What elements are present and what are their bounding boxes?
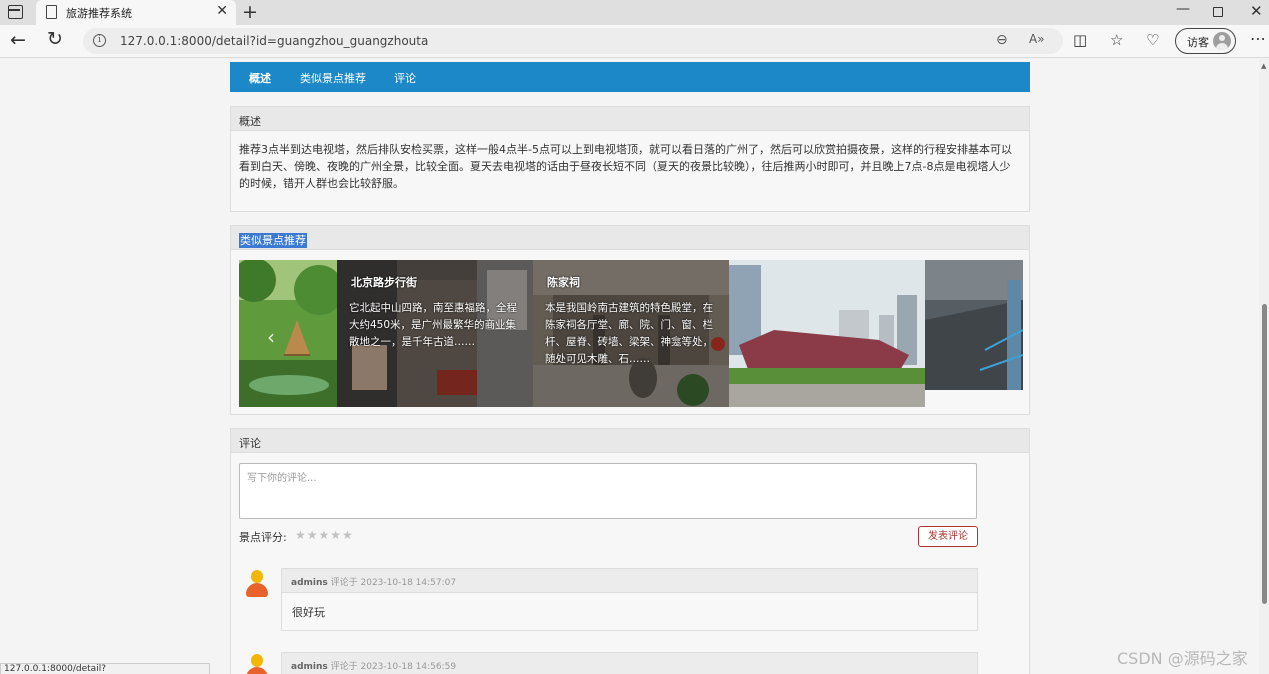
- comment-box: admins 评论于 2023-10-18 14:56:59: [281, 652, 978, 674]
- tab-title: 旅游推荐系统: [66, 7, 132, 20]
- url-text[interactable]: 127.0.0.1:8000/detail?id=guangzhou_guang…: [120, 34, 428, 48]
- garden-image: [239, 260, 337, 407]
- slide-garden[interactable]: ‹: [239, 260, 337, 407]
- slide-desc: 它北起中山四路，南至惠福路，全程大约450米，是广州最繁华的商业集散地之一，是千…: [349, 302, 517, 348]
- browser-essentials-icon[interactable]: ♡: [1146, 31, 1159, 49]
- comment-input[interactable]: 写下你的评论...: [239, 463, 977, 519]
- back-button[interactable]: ←: [10, 29, 26, 51]
- museum-image: [729, 260, 925, 407]
- page-scrollbar[interactable]: ▲: [1259, 59, 1269, 674]
- comment-user: admins: [291, 578, 328, 588]
- url-box[interactable]: i 127.0.0.1:8000/detail?id=guangzhou_gua…: [83, 28, 1063, 54]
- comment-header: admins 评论于 2023-10-18 14:57:07: [282, 569, 977, 593]
- comments-panel: 评论 写下你的评论... 景点评分: ★★★★★ 发表评论 admins 评论于…: [230, 428, 1030, 674]
- carousel-prev-icon[interactable]: ‹: [267, 325, 275, 349]
- address-bar: ← ↻ i 127.0.0.1:8000/detail?id=guangzhou…: [0, 25, 1269, 58]
- overview-text: 推荐3点半到达电视塔，然后排队安检买票，这样一般4点半-5点可以上到电视塔顶，就…: [239, 143, 1012, 190]
- scroll-thumb[interactable]: [1262, 304, 1267, 604]
- comment-header: admins 评论于 2023-10-18 14:56:59: [282, 653, 977, 674]
- overview-heading: 概述: [231, 107, 1029, 131]
- watermark: CSDN @源码之家: [1117, 649, 1248, 668]
- slide-city[interactable]: [925, 260, 1023, 390]
- new-tab-button[interactable]: +: [242, 1, 258, 23]
- rating-label: 景点评分:: [239, 531, 287, 544]
- similar-heading-bar: 类似景点推荐: [231, 226, 1029, 250]
- profile-button[interactable]: 访客: [1175, 28, 1236, 54]
- scroll-up-icon[interactable]: ▲: [1261, 62, 1266, 70]
- similar-heading: 类似景点推荐: [239, 233, 307, 248]
- slide-title: 陈家祠: [547, 276, 580, 289]
- avatar-icon: [1213, 32, 1231, 50]
- zoom-icon[interactable]: ⊖: [996, 32, 1008, 48]
- tab-actions-icon[interactable]: [8, 5, 23, 19]
- tab-close-icon[interactable]: ✕: [216, 3, 228, 19]
- page-icon: [46, 5, 57, 19]
- slide-desc: 本是我国岭南古建筑的特色殿堂，在陈家祠各厅堂、廊、院、门、窗、栏杆、屋脊、砖墙、…: [545, 302, 713, 365]
- similar-carousel[interactable]: ‹ 北京路步行街 它北起中山四路，南至惠福路，全程大约450米，是广州最繁华的商…: [239, 260, 1023, 407]
- comment-user: admins: [291, 662, 328, 672]
- slide-title: 北京路步行街: [351, 276, 417, 289]
- browser-tab[interactable]: 旅游推荐系统 ✕: [36, 0, 236, 25]
- slide-chen-clan[interactable]: 陈家祠 本是我国岭南古建筑的特色殿堂，在陈家祠各厅堂、廊、院、门、窗、栏杆、屋脊…: [533, 260, 729, 407]
- favorites-icon[interactable]: ☆: [1110, 31, 1123, 49]
- nav-comments[interactable]: 评论: [394, 70, 416, 86]
- browser-tab-bar: 旅游推荐系统 ✕ + — ✕: [0, 0, 1269, 25]
- similar-panel: 类似景点推荐 ‹ 北京路步行街 它北起中山四路，南至惠福路，全程大约450米，是…: [230, 225, 1030, 415]
- submit-comment-button[interactable]: 发表评论: [918, 526, 978, 547]
- user-avatar: [245, 570, 269, 598]
- info-icon[interactable]: i: [93, 34, 106, 47]
- nav-overview[interactable]: 概述: [249, 70, 271, 86]
- slide-museum[interactable]: [729, 260, 925, 407]
- profile-label: 访客: [1187, 36, 1209, 49]
- comment-meta: 评论于 2023-10-18 14:57:07: [330, 578, 457, 588]
- more-menu-icon[interactable]: ⋯: [1250, 29, 1266, 48]
- comment-box: admins 评论于 2023-10-18 14:57:07 很好玩: [281, 568, 978, 631]
- comment-meta: 评论于 2023-10-18 14:56:59: [330, 662, 457, 672]
- split-screen-icon[interactable]: ◫: [1073, 31, 1087, 49]
- rating-stars[interactable]: ★★★★★: [295, 528, 354, 542]
- reload-button[interactable]: ↻: [47, 28, 63, 50]
- nav-similar[interactable]: 类似景点推荐: [300, 70, 366, 86]
- city-image: [925, 260, 1023, 390]
- page-viewport: 概述 类似景点推荐 评论 概述 推荐3点半到达电视塔，然后排队安检买票，这样一般…: [0, 59, 1269, 674]
- slide-beijing-road[interactable]: 北京路步行街 它北起中山四路，南至惠福路，全程大约450米，是广州最繁华的商业集…: [337, 260, 533, 407]
- comments-heading: 评论: [231, 429, 1029, 453]
- status-bar-url: 127.0.0.1:8000/detail?id=guangzhou_chenj…: [0, 663, 210, 674]
- maximize-button[interactable]: [1213, 7, 1223, 17]
- overview-panel: 概述 推荐3点半到达电视塔，然后排队安检买票，这样一般4点半-5点可以上到电视塔…: [230, 106, 1030, 212]
- detail-nav: 概述 类似景点推荐 评论: [230, 62, 1030, 92]
- comment-text: 很好玩: [292, 606, 325, 619]
- user-avatar: [245, 654, 269, 674]
- window-close-button[interactable]: ✕: [1250, 2, 1263, 20]
- minimize-button[interactable]: —: [1176, 1, 1190, 17]
- read-aloud-icon[interactable]: A»: [1029, 32, 1045, 46]
